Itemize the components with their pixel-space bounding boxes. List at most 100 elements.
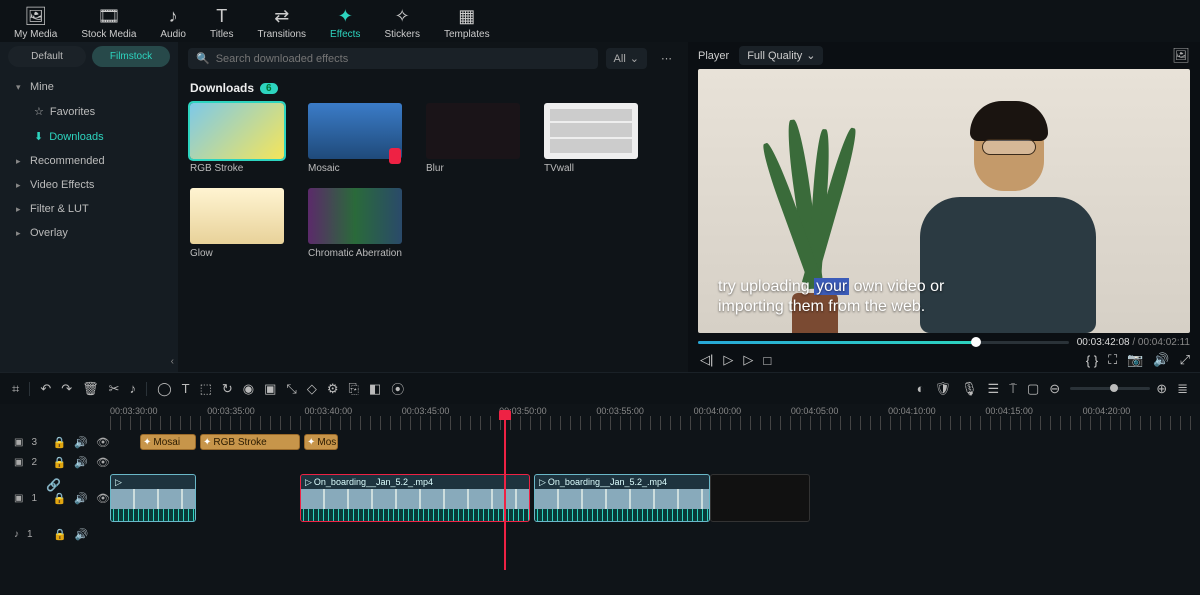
fx-clip[interactable]: ✦RGB Stroke <box>200 434 300 450</box>
toolbar-icon[interactable]: ▣ <box>264 381 276 397</box>
visibility-icon[interactable]: 👁 <box>96 456 110 469</box>
toolbar-icon[interactable]: T <box>182 381 190 396</box>
video-clip[interactable]: ▷On_boarding__Jan_5.2_.mp4 <box>300 474 530 522</box>
tab-audio[interactable]: ♪Audio <box>154 4 192 42</box>
lock-icon[interactable]: 🔒 <box>53 436 67 449</box>
snapshot-button[interactable]: 📷 <box>1127 352 1143 368</box>
visibility-icon[interactable]: 👁 <box>96 492 110 505</box>
search-input-wrap[interactable]: 🔍 <box>188 48 598 69</box>
prev-frame-button[interactable]: ◁| <box>700 352 713 368</box>
tab-effects[interactable]: ✦Effects <box>324 4 366 42</box>
tab-stickers[interactable]: ✧Stickers <box>378 4 426 42</box>
seek-thumb[interactable] <box>971 337 981 347</box>
toolbar-icon[interactable]: ⚙ <box>327 381 339 397</box>
toolbar-icon[interactable]: ◉ <box>243 381 254 397</box>
sidebar-item-overlay[interactable]: ▸Overlay <box>0 221 178 245</box>
toolbar-icon[interactable]: ☰ <box>988 381 1000 397</box>
sidebar-item-recommended[interactable]: ▸Recommended <box>0 149 178 173</box>
video-clip[interactable]: ▷On_boarding__Jan_5.2_.mp4 <box>534 474 710 522</box>
tab-my-media[interactable]: 🖼My Media <box>8 4 63 42</box>
subtab-filmstock[interactable]: Filmstock <box>92 46 170 67</box>
toolbar-icon[interactable]: 🗑 <box>82 381 99 397</box>
lock-icon[interactable]: 🔒 <box>53 492 67 505</box>
stop-button[interactable]: □ <box>763 353 771 368</box>
view-list-button[interactable]: ≣ <box>1177 381 1188 397</box>
effect-thumb-glow[interactable]: Glow <box>190 188 284 259</box>
quality-dropdown[interactable]: Full Quality ⌄ <box>739 46 823 65</box>
toolbar-icon[interactable]: 🎙 <box>961 381 978 397</box>
toolbar-icon[interactable]: ⬚ <box>200 381 212 397</box>
sidebar-item-mine[interactable]: ▾Mine <box>0 75 178 99</box>
effect-thumb-blur[interactable]: Blur <box>426 103 520 174</box>
sidebar-item-video-effects[interactable]: ▸Video Effects <box>0 173 178 197</box>
toolbar-icon[interactable]: ⍑ <box>1009 381 1017 397</box>
filter-dropdown[interactable]: All ⌄ <box>606 48 647 69</box>
timecode: 00:03:42:08 / 00:04:02:11 <box>1077 337 1190 348</box>
play-button[interactable]: ▷ <box>723 352 733 368</box>
more-menu[interactable]: ⋯ <box>655 48 678 69</box>
lock-icon[interactable]: 🔒 <box>53 456 67 469</box>
effect-thumb-mosaic[interactable]: Mosaic <box>308 103 402 174</box>
sidebar-item-filter-lut[interactable]: ▸Filter & LUT <box>0 197 178 221</box>
toolbar-icon[interactable]: ⦿ <box>391 379 404 398</box>
toolbar-icon[interactable]: ◧ <box>369 381 381 397</box>
mute-icon[interactable]: 🔊 <box>74 456 88 469</box>
collapse-sidebar[interactable]: ‹ <box>0 356 178 372</box>
time-ruler[interactable]: 00:03:30:0000:03:35:0000:03:40:0000:03:4… <box>0 404 1200 416</box>
video-clip[interactable]: ▷ <box>110 474 196 522</box>
zoom-slider[interactable] <box>1070 387 1150 390</box>
timeline-toolbar: ⌗ ↶ ↷ 🗑 ✂ ♪ ◯ T ⬚ ↻ ◉ ▣ ⤡ ◇ ⚙ ⎘ ◧ ⦿ ◐ 🛡 🎙 ☰ ⍑ ▢ ⊖ ⊕ ≣ <box>0 372 1200 404</box>
toolbar-icon[interactable]: ◇ <box>307 381 317 397</box>
toolbar-icon[interactable]: ◐ <box>917 381 925 396</box>
toolbar-icon[interactable]: ▢ <box>1027 381 1039 397</box>
toolbar-icon[interactable]: ⎘ <box>348 381 358 397</box>
effect-thumb-rgb-stroke[interactable]: RGB Stroke <box>190 103 284 174</box>
mute-icon[interactable]: 🔊 <box>74 492 88 505</box>
seek-bar[interactable] <box>698 341 1069 344</box>
ruler-tick: 00:03:40:00 <box>305 406 402 416</box>
search-input[interactable] <box>216 53 590 65</box>
video-clip[interactable] <box>710 474 810 522</box>
preview-window[interactable]: try uploading your own video or importin… <box>698 69 1190 333</box>
playhead[interactable] <box>504 416 506 570</box>
effect-thumb-chromatic-aberration[interactable]: Chromatic Aberration <box>308 188 402 259</box>
tab-icon: ✦ <box>338 6 353 27</box>
toolbar-icon[interactable]: ↶ <box>40 381 51 397</box>
playhead-keyframe[interactable] <box>389 148 401 164</box>
snapshot-compare-icon[interactable]: 🖼 <box>1172 47 1190 64</box>
link-icon[interactable]: 🔗 <box>46 478 61 492</box>
toolbar-icon[interactable]: ↷ <box>61 381 72 397</box>
fx-clip[interactable]: ✦Mos <box>304 434 338 450</box>
sidebar-item-favorites[interactable]: ☆Favorites <box>0 99 178 124</box>
subtab-default[interactable]: Default <box>8 46 86 67</box>
mute-icon[interactable]: 🔊 <box>75 528 89 541</box>
filter-label: All <box>614 53 626 65</box>
sidebar-item-downloads[interactable]: ⬇Downloads <box>0 124 178 149</box>
fullscreen-button[interactable]: ⤢ <box>1180 352 1190 368</box>
tab-templates[interactable]: ▦Templates <box>438 4 496 42</box>
aspect-button[interactable]: ⛶ <box>1108 352 1117 368</box>
toolbar-icon[interactable]: ⊖ <box>1049 381 1060 397</box>
ruler-tick: 00:03:30:00 <box>110 406 207 416</box>
tab-transitions[interactable]: ⇄Transitions <box>252 4 313 42</box>
ruler-ticks[interactable] <box>110 416 1200 430</box>
toolbar-icon[interactable]: ↻ <box>222 381 233 397</box>
lock-icon[interactable]: 🔒 <box>53 528 67 541</box>
toolbar-icon[interactable]: ⌗ <box>12 381 19 397</box>
toolbar-icon[interactable]: ✂ <box>109 381 120 397</box>
toolbar-icon[interactable]: ♪ <box>130 381 137 396</box>
tab-titles[interactable]: TTitles <box>204 4 240 42</box>
tab-stock-media[interactable]: 🎞Stock Media <box>75 4 142 42</box>
zoom-in-button[interactable]: ⊕ <box>1156 381 1167 397</box>
visibility-icon[interactable]: 👁 <box>96 436 110 449</box>
thumb-label: Mosaic <box>308 163 402 174</box>
markers-button[interactable]: { } <box>1086 353 1098 368</box>
toolbar-icon[interactable]: ◯ <box>157 381 172 397</box>
effect-thumb-tvwall[interactable]: TVwall <box>544 103 638 174</box>
play-alt-button[interactable]: ▷ <box>743 352 753 368</box>
toolbar-icon[interactable]: ⤡ <box>286 381 296 397</box>
toolbar-icon[interactable]: 🛡 <box>934 381 951 397</box>
volume-button[interactable]: 🔊 <box>1153 352 1169 368</box>
mute-icon[interactable]: 🔊 <box>74 436 88 449</box>
fx-clip[interactable]: ✦Mosai <box>140 434 196 450</box>
